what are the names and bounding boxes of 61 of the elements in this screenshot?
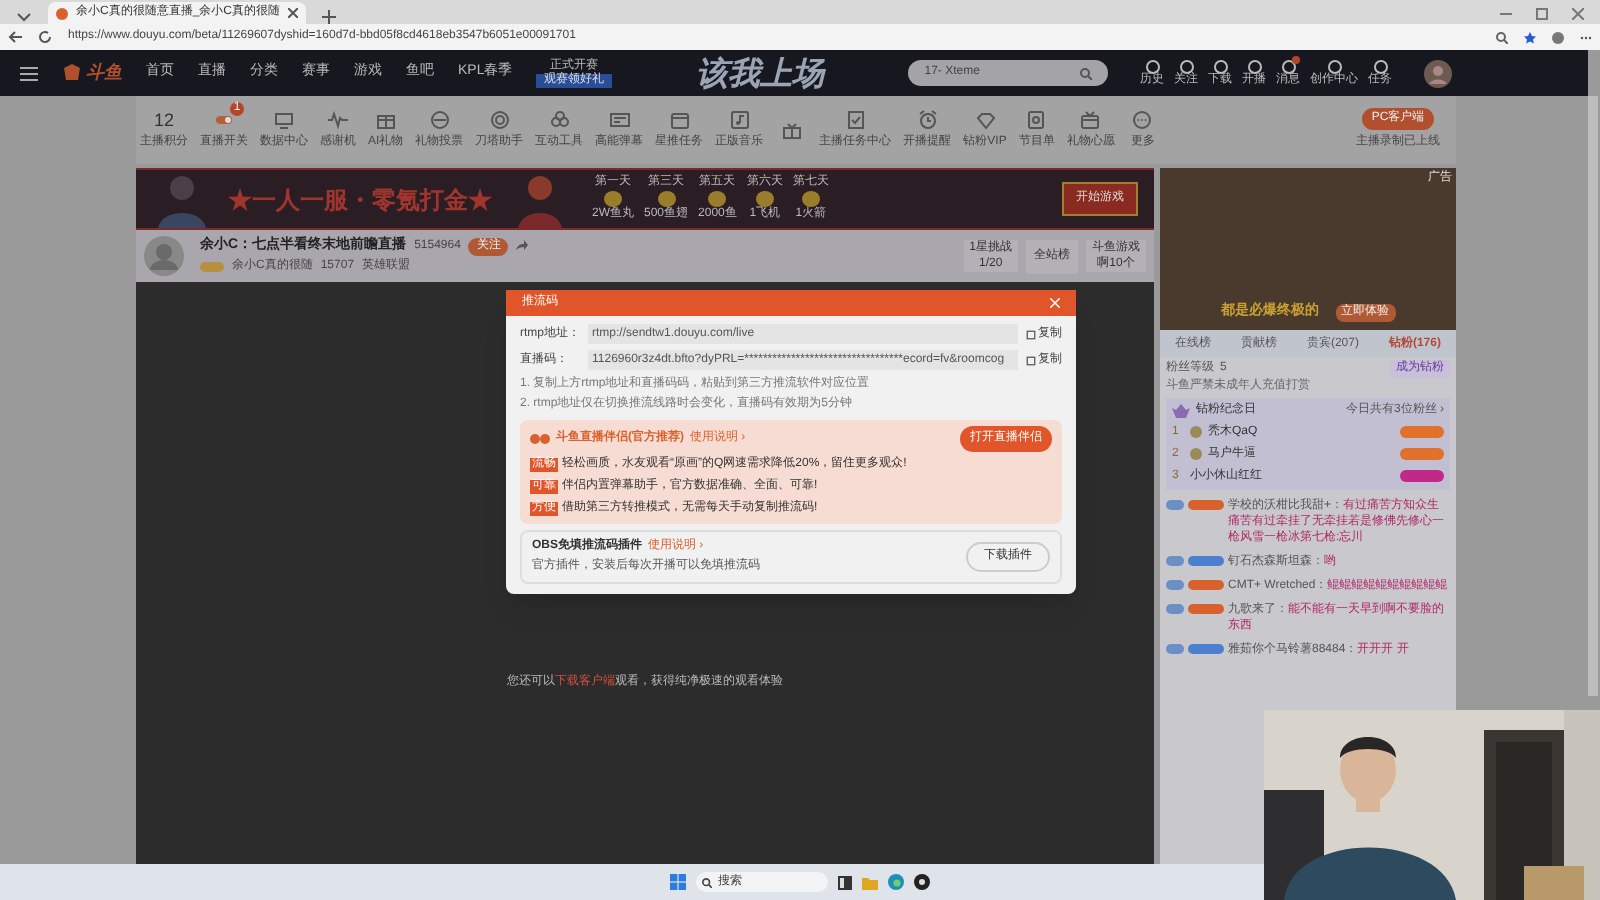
coin-icon (706, 190, 729, 208)
checklist-icon (845, 109, 866, 129)
star-icon[interactable] (1524, 31, 1536, 43)
circle-icon (1281, 59, 1296, 73)
copy-icon (1026, 329, 1036, 339)
ring-icon (489, 109, 510, 129)
gift-icon (781, 120, 802, 140)
circle-icon (1213, 59, 1228, 73)
gift-box-icon (375, 109, 396, 129)
circle-icon (1373, 59, 1388, 73)
ad-slogan: ★一人一服・零氪打金★ (228, 183, 492, 217)
plus-icon[interactable] (322, 10, 337, 24)
app-logo-icon (530, 434, 550, 444)
maximize-icon[interactable] (1536, 8, 1548, 20)
level-badge (1166, 644, 1184, 654)
waveform-icon (328, 109, 348, 129)
menu-icon[interactable] (20, 65, 38, 81)
avatar-icon[interactable] (1424, 59, 1453, 87)
gift-icon (1080, 109, 1101, 129)
circle-icon (1145, 59, 1160, 73)
event-banner[interactable]: 该我上场 (696, 49, 825, 97)
coin-icon (753, 190, 776, 208)
screen-icon (609, 109, 630, 129)
clover-icon (549, 109, 570, 129)
monitor-icon (274, 109, 294, 129)
circle-icon (1327, 59, 1342, 73)
share-icon[interactable] (516, 240, 529, 252)
character-figure-icon (512, 170, 568, 228)
circle-icon (1179, 59, 1194, 73)
search-icon[interactable] (1080, 67, 1093, 79)
site-icon (56, 7, 68, 19)
coin-icon (655, 190, 677, 208)
score-value: 12 (153, 107, 174, 134)
copy-icon (1026, 355, 1036, 365)
coin-icon (602, 190, 624, 208)
minimize-icon[interactable] (1500, 8, 1512, 20)
close-icon[interactable] (1572, 8, 1584, 20)
chevron-icon[interactable] (16, 8, 32, 24)
browser-icon[interactable] (888, 874, 904, 890)
diamond-icon (975, 109, 995, 129)
task-view-icon[interactable] (838, 875, 852, 889)
profile-icon[interactable] (1552, 31, 1564, 43)
calendar-icon (669, 109, 690, 129)
search-icon (702, 877, 712, 887)
app-icon[interactable] (914, 874, 930, 890)
site-logo[interactable]: 斗鱼 (86, 59, 122, 87)
more-icon[interactable] (1580, 31, 1592, 43)
circle-icon (1247, 59, 1262, 73)
reload-icon[interactable] (38, 30, 52, 44)
zoom-icon[interactable] (1496, 31, 1508, 43)
level-badge (1166, 500, 1184, 510)
crown-icon (1172, 404, 1190, 418)
close-icon[interactable] (288, 8, 299, 18)
alarm-clock-icon (917, 109, 938, 129)
music-icon (729, 109, 750, 129)
level-badge (200, 262, 224, 273)
coin-icon (799, 190, 822, 208)
fish-logo-icon (62, 64, 82, 82)
character-figure-icon (152, 170, 212, 228)
back-icon[interactable] (8, 30, 22, 44)
more-icon (1132, 109, 1153, 129)
